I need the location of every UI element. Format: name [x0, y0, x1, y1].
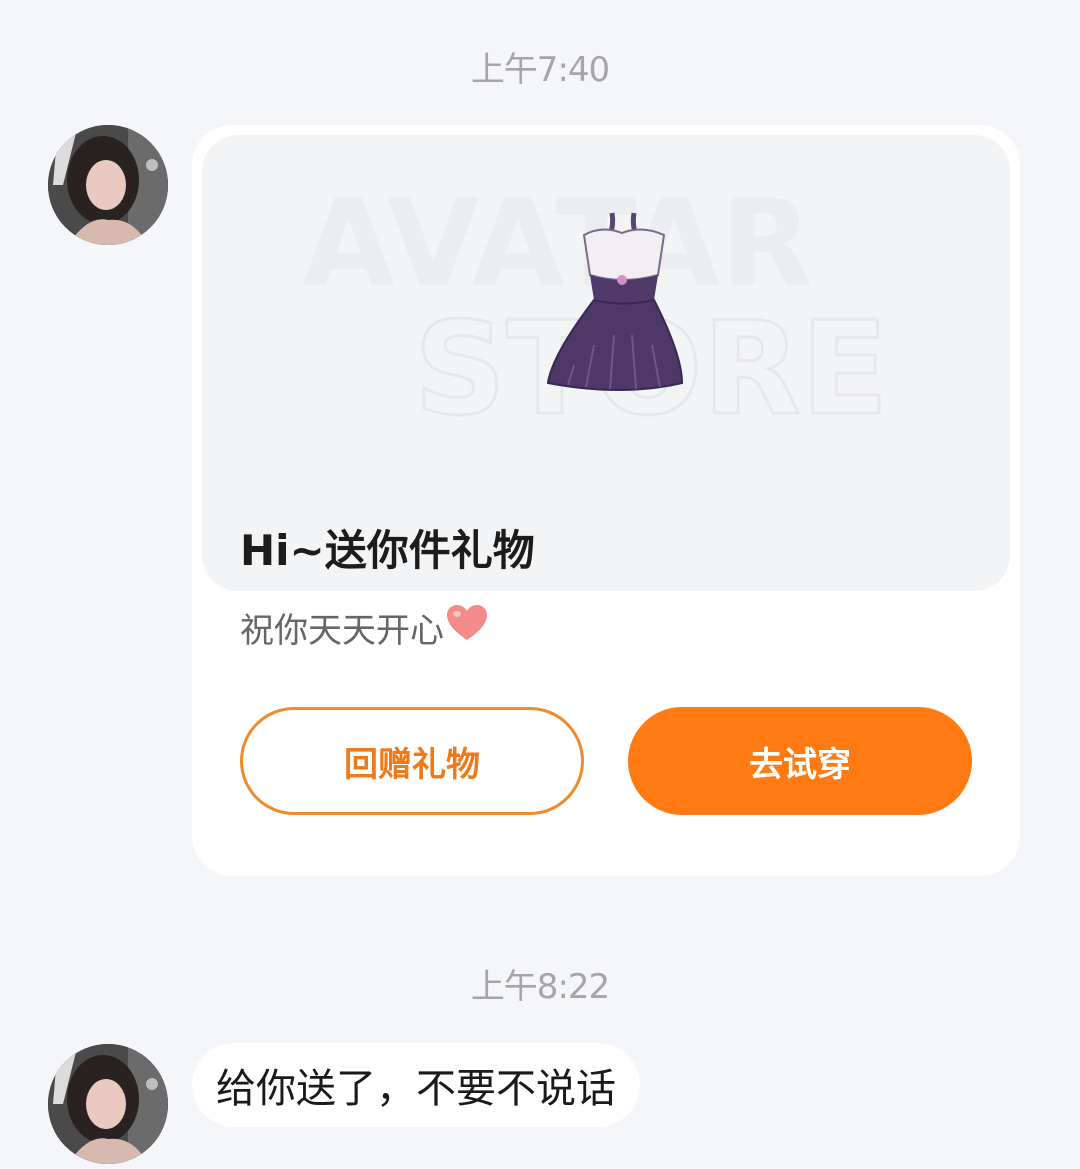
heart-icon — [446, 604, 488, 651]
avatar-photo-icon — [48, 125, 168, 245]
return-gift-button[interactable]: 回赠礼物 — [240, 707, 584, 815]
avatar-photo-icon — [48, 1044, 168, 1164]
sender-avatar[interactable] — [48, 125, 168, 245]
timestamp-1: 上午7:40 — [470, 50, 610, 90]
gift-card[interactable]: AVATAR STORE Hi~送你件礼物 祝你天天开心 回赠礼物 去试穿 — [192, 125, 1020, 876]
text-message-bubble[interactable]: 给你送了，不要不说话 — [192, 1043, 640, 1127]
timestamp-2: 上午8:22 — [470, 967, 610, 1007]
try-on-button[interactable]: 去试穿 — [628, 707, 972, 815]
watermark-line1: AVATAR — [302, 175, 813, 314]
sender-avatar-2[interactable] — [48, 1044, 168, 1164]
gift-subtitle-row: 祝你天天开心 — [240, 603, 488, 652]
gift-title: Hi~送你件礼物 — [240, 526, 535, 575]
gift-subtitle: 祝你天天开心 — [240, 611, 444, 651]
